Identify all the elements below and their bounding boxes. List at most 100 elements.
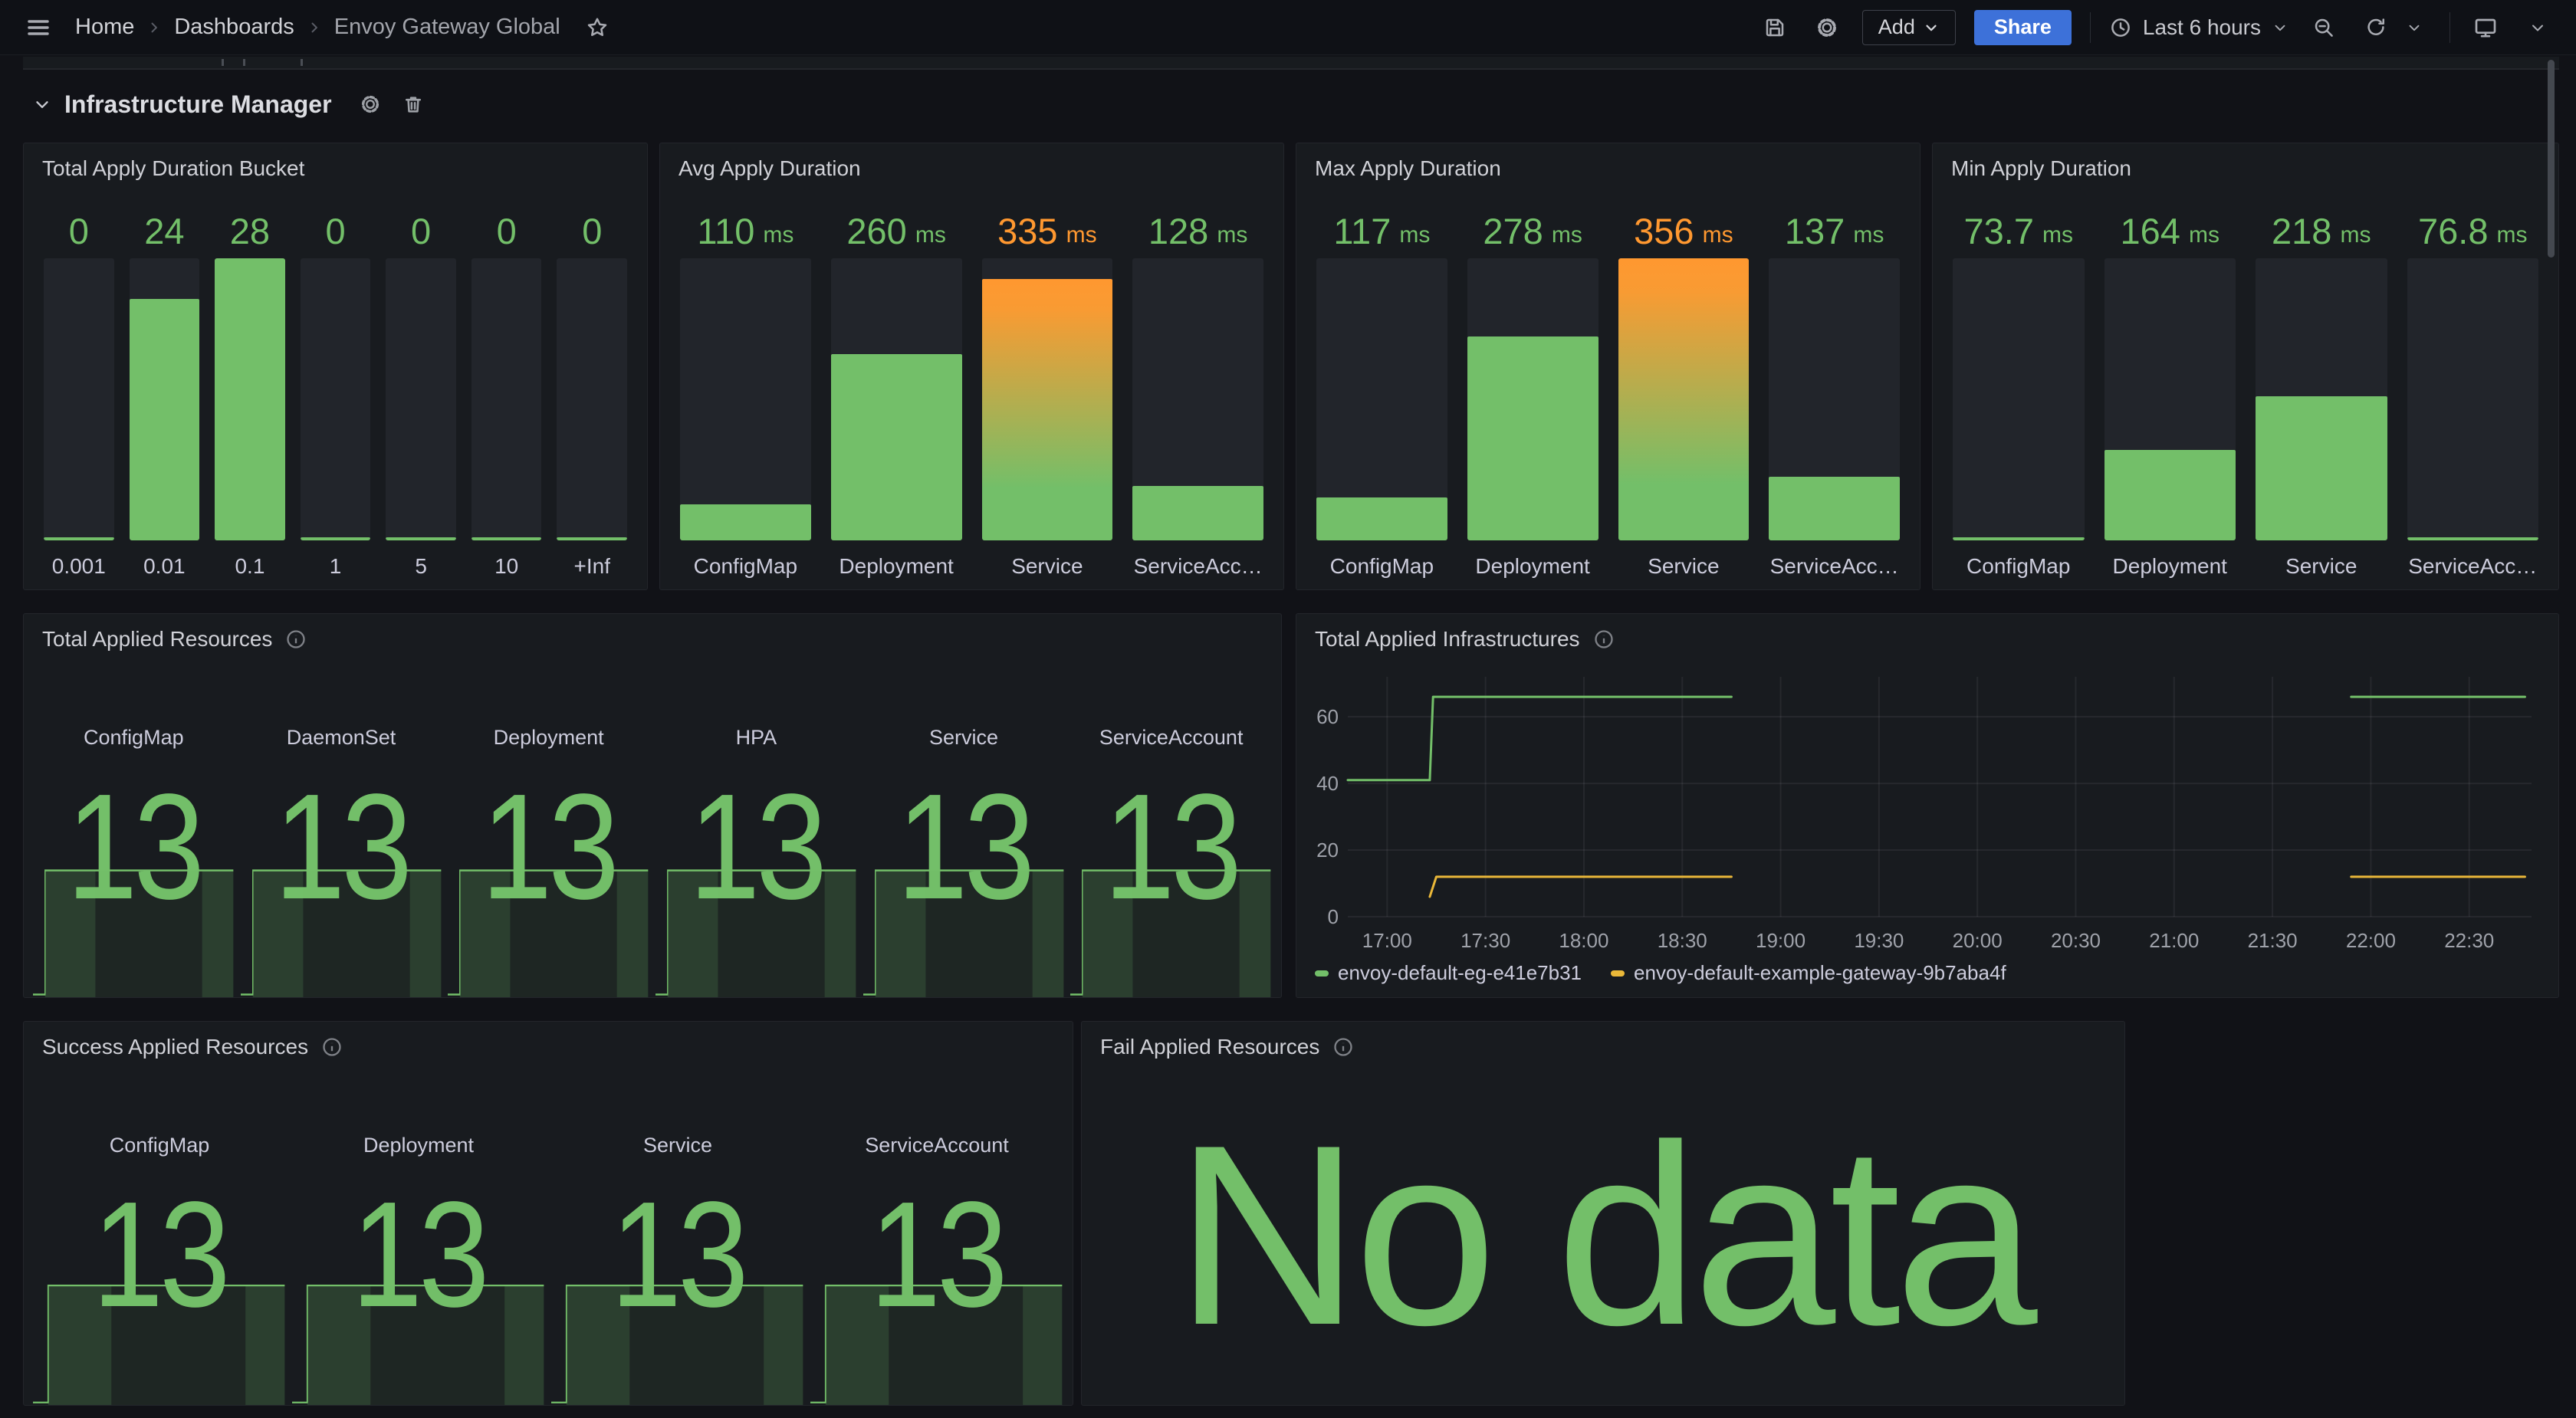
bar-value: 137ms xyxy=(1785,199,1884,258)
stat-sparkline xyxy=(33,863,235,997)
panel-edge-tick xyxy=(301,59,303,66)
svg-text:0: 0 xyxy=(1328,905,1339,928)
scrolled-panel-remnant xyxy=(23,57,2559,70)
share-button[interactable]: Share xyxy=(1974,10,2072,45)
refresh-icon xyxy=(2364,16,2387,39)
time-series-chart: 020406017:0017:3018:0018:3019:0019:3020:… xyxy=(1296,614,2558,997)
nav-actions: Add Share Last 6 hours xyxy=(1758,10,2555,45)
info-icon[interactable] xyxy=(320,1036,343,1059)
bar-column-0.1: 280.1 xyxy=(215,199,285,579)
chevron-down-icon xyxy=(1923,19,1940,36)
favorite-star-button[interactable] xyxy=(580,11,614,44)
bar-label: 0.01 xyxy=(143,554,186,579)
stat-label: DaemonSet xyxy=(238,726,445,750)
stat-label: Deployment xyxy=(445,726,652,750)
bar-label: 0.1 xyxy=(235,554,264,579)
bar-column-ServiceAcc…: 137ms ServiceAcc… xyxy=(1769,199,1900,579)
svg-text:20:00: 20:00 xyxy=(1953,929,2003,952)
bar-value: 24 xyxy=(144,199,184,258)
bar-track xyxy=(2407,258,2539,540)
svg-text:21:00: 21:00 xyxy=(2149,929,2199,952)
row-settings-button[interactable] xyxy=(355,89,386,120)
stat-ServiceAccount: ServiceAccount13 xyxy=(1067,660,1275,997)
chevron-down-icon[interactable] xyxy=(32,94,52,114)
bar-label: Service xyxy=(1011,554,1083,579)
stat-sparkline xyxy=(292,1278,545,1405)
breadcrumb-dashboards[interactable]: Dashboards xyxy=(174,15,294,40)
bar-value: 356ms xyxy=(1634,199,1733,258)
panel-title[interactable]: Fail Applied Resources xyxy=(1100,1035,1319,1059)
panel-title[interactable]: Max Apply Duration xyxy=(1315,156,1501,181)
save-icon xyxy=(1763,16,1786,39)
zoom-out-time-button[interactable] xyxy=(2307,11,2341,44)
bar-track xyxy=(831,258,962,540)
stat-label: ServiceAccount xyxy=(1067,726,1275,750)
chevron-down-icon xyxy=(2406,19,2423,36)
chevron-right-icon xyxy=(307,20,322,35)
legend-item-envoy-default-example-gateway-9b7aba4f[interactable]: envoy-default-example-gateway-9b7aba4f xyxy=(1611,961,2006,985)
bar-label: ConfigMap xyxy=(1967,554,2070,579)
svg-text:21:30: 21:30 xyxy=(2248,929,2298,952)
info-icon[interactable] xyxy=(284,628,307,651)
bar-label: Deployment xyxy=(2113,554,2227,579)
svg-text:20:30: 20:30 xyxy=(2051,929,2101,952)
stat-label: Service xyxy=(548,1134,807,1157)
legend-item-envoy-default-eg-e41e7b31[interactable]: envoy-default-eg-e41e7b31 xyxy=(1315,961,1582,985)
legend-label: envoy-default-eg-e41e7b31 xyxy=(1338,961,1582,985)
bar-value: 218ms xyxy=(2272,199,2371,258)
chart-legend: envoy-default-eg-e41e7b31 envoy-default-e… xyxy=(1315,961,2006,985)
bar-label: 10 xyxy=(495,554,518,579)
bar-value: 73.7ms xyxy=(1964,199,2073,258)
bar-label: Deployment xyxy=(1475,554,1589,579)
tv-kiosk-mode-button[interactable] xyxy=(2469,11,2502,44)
info-icon[interactable] xyxy=(1332,1036,1355,1059)
time-range-picker[interactable]: Last 6 hours xyxy=(2109,15,2288,40)
panel-title[interactable]: Min Apply Duration xyxy=(1951,156,2131,181)
svg-text:19:00: 19:00 xyxy=(1756,929,1806,952)
legend-swatch xyxy=(1611,970,1625,977)
menu-toggle-button[interactable] xyxy=(21,11,55,44)
bar-track xyxy=(1132,258,1263,540)
bar-track xyxy=(680,258,811,540)
panel-title[interactable]: Total Applied Resources xyxy=(42,627,272,652)
panel-title[interactable]: Avg Apply Duration xyxy=(678,156,861,181)
stat-grid: ConfigMap13DaemonSet13Deployment13HPA13S… xyxy=(30,660,1275,997)
row-title[interactable]: Infrastructure Manager xyxy=(64,90,332,119)
panel-success-applied-resources: Success Applied Resources ConfigMap13Dep… xyxy=(23,1021,1073,1406)
refresh-button[interactable] xyxy=(2359,11,2393,44)
bar-label: ServiceAcc… xyxy=(2408,554,2537,579)
scrollbar-thumb[interactable] xyxy=(2548,60,2555,258)
panel-avg-apply-duration: Avg Apply Duration 110msConfigMap260msDe… xyxy=(659,143,1284,590)
stat-label: HPA xyxy=(652,726,860,750)
bar-label: ServiceAcc… xyxy=(1770,554,1899,579)
bar-column-5: 05 xyxy=(386,199,456,579)
clock-icon xyxy=(2109,16,2132,39)
bar-track xyxy=(2104,258,2236,540)
bar-gauge-chart: 117msConfigMap278msDeployment356msServic… xyxy=(1316,199,1900,579)
dashboard-settings-button[interactable] xyxy=(1810,11,1844,44)
refresh-interval-dropdown[interactable] xyxy=(2397,11,2431,44)
stat-label: Deployment xyxy=(289,1134,548,1157)
bar-label: Deployment xyxy=(839,554,953,579)
bar-label: Service xyxy=(2285,554,2357,579)
bar-gauge-chart: 110msConfigMap260msDeployment335msServic… xyxy=(680,199,1263,579)
breadcrumb-home[interactable]: Home xyxy=(75,15,134,40)
bar-track xyxy=(1467,258,1598,540)
svg-text:17:30: 17:30 xyxy=(1460,929,1510,952)
panel-title[interactable]: Total Apply Duration Bucket xyxy=(42,156,304,181)
row-delete-button[interactable] xyxy=(398,89,429,120)
stat-sparkline xyxy=(551,1278,804,1405)
nav-more-dropdown[interactable] xyxy=(2521,11,2555,44)
bar-column-Service: 356msService xyxy=(1618,199,1750,579)
bar-column-0.01: 240.01 xyxy=(130,199,200,579)
save-dashboard-button[interactable] xyxy=(1758,11,1792,44)
bar-track xyxy=(215,258,285,540)
bar-column-Deployment: 278msDeployment xyxy=(1467,199,1598,579)
bar-track xyxy=(557,258,627,540)
bar-label: 5 xyxy=(415,554,427,579)
bar-value: 0 xyxy=(325,199,345,258)
bar-value: 76.8ms xyxy=(2418,199,2527,258)
bar-track xyxy=(301,258,371,540)
panel-title[interactable]: Success Applied Resources xyxy=(42,1035,308,1059)
add-button[interactable]: Add xyxy=(1862,10,1956,45)
